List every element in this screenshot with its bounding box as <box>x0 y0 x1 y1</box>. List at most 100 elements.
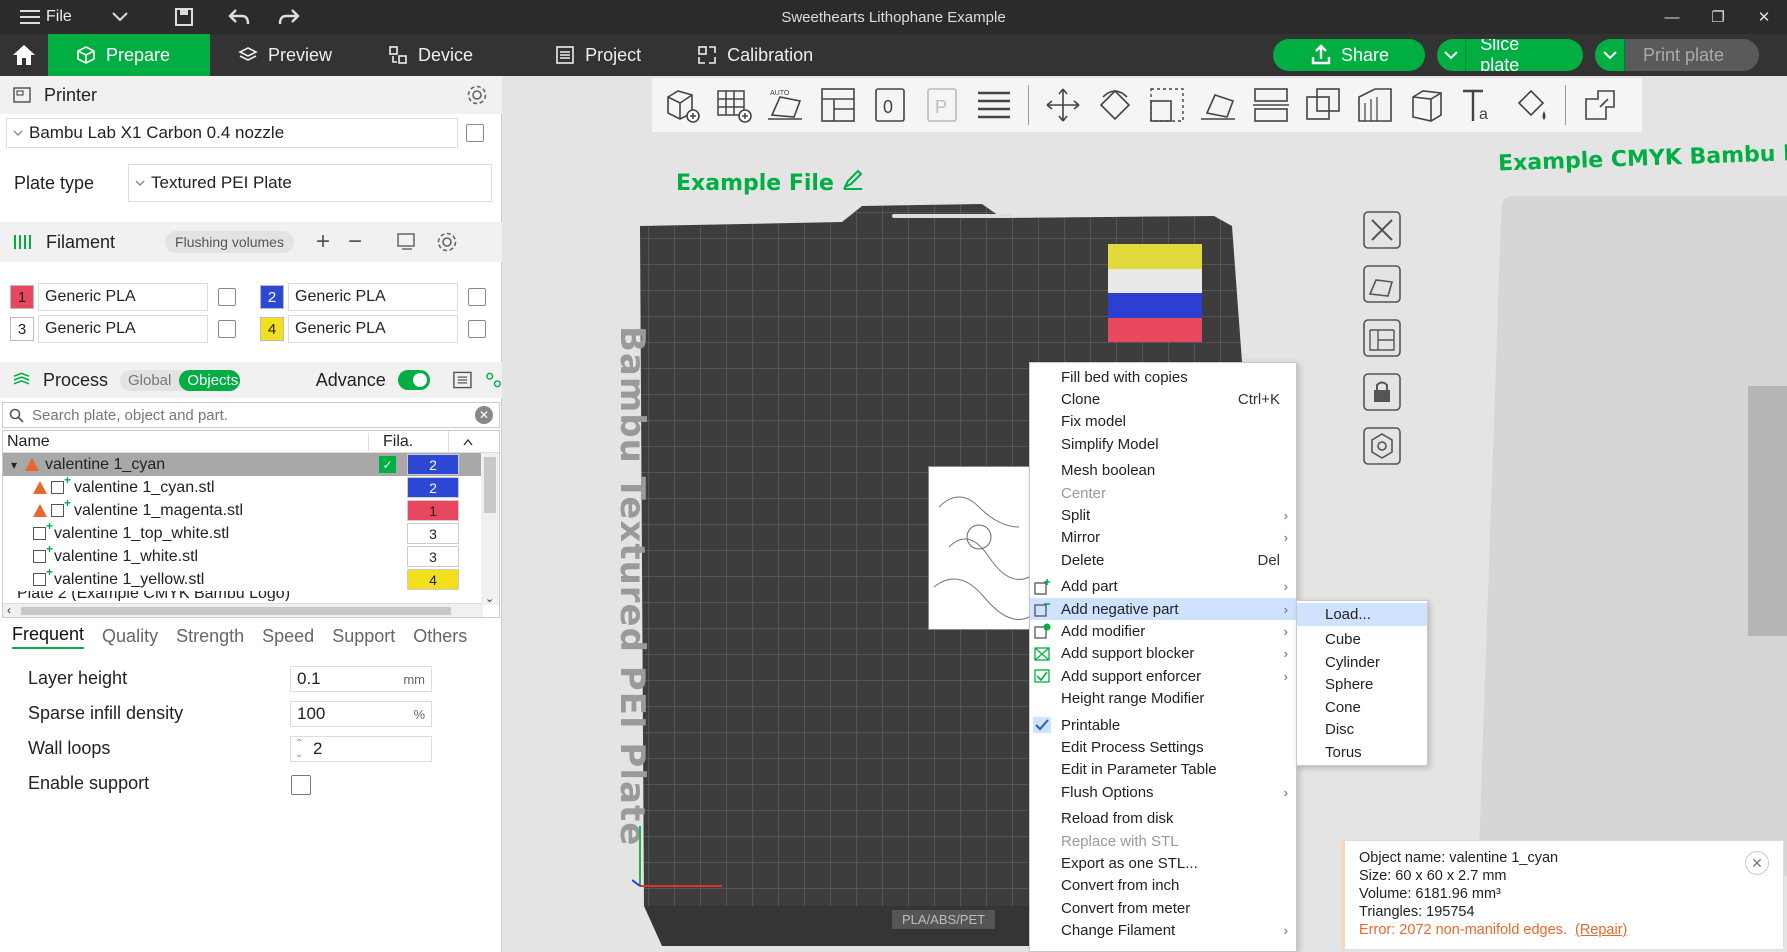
printer-select[interactable]: Bambu Lab X1 Carbon 0.4 nozzle <box>6 118 458 148</box>
close-icon[interactable]: ✕ <box>1741 0 1787 34</box>
layer-height-input[interactable]: 0.1 mm <box>290 666 432 692</box>
menu-add-part[interactable]: Add part › <box>1030 576 1296 598</box>
flushing-volumes-button[interactable]: Flushing volumes <box>165 231 294 253</box>
menu-add-negative-part[interactable]: Add negative part › <box>1030 597 1296 621</box>
auto-orient-icon[interactable] <box>1360 262 1404 306</box>
objects-option[interactable]: Objects <box>179 369 240 391</box>
plate-1-label[interactable]: Example File <box>676 168 864 196</box>
tab-others[interactable]: Others <box>413 626 467 647</box>
col-fila-header[interactable]: Fila. <box>369 431 449 453</box>
menu-convert-meter[interactable]: Convert from meter <box>1030 897 1296 919</box>
auto-orient-icon[interactable]: AUTO <box>764 83 808 127</box>
arrange-icon[interactable] <box>816 83 860 127</box>
minimize-icon[interactable]: — <box>1649 0 1695 34</box>
menu-mirror[interactable]: Mirror › <box>1030 527 1296 549</box>
share-button[interactable]: Share <box>1273 39 1425 71</box>
close-plate-icon[interactable] <box>1360 208 1404 252</box>
edit-icon[interactable] <box>468 320 486 338</box>
global-objects-toggle[interactable]: Global Objects <box>120 369 240 391</box>
redo-icon[interactable] <box>272 8 306 26</box>
plate-2-object[interactable] <box>1748 386 1787 636</box>
filament-sync-icon[interactable] <box>396 232 418 252</box>
tab-project[interactable]: Project <box>527 34 669 76</box>
remove-filament-icon[interactable]: − <box>348 228 362 256</box>
tree-row[interactable]: valentine 1_white.stl 3 <box>3 542 499 568</box>
chevron-down-icon[interactable] <box>1437 39 1467 71</box>
menu-fix-model[interactable]: Fix model <box>1030 411 1296 433</box>
file-menu[interactable]: File <box>14 8 78 26</box>
gear-icon[interactable] <box>466 84 488 106</box>
submenu-cylinder[interactable]: Cylinder <box>1297 651 1427 674</box>
menu-printable[interactable]: Printable <box>1030 714 1296 736</box>
fila-cell[interactable]: 2 <box>407 454 459 475</box>
plate-2-label[interactable]: Example CMYK Bambu Lo <box>1498 141 1787 177</box>
arrange-icon[interactable] <box>1360 316 1404 360</box>
global-option[interactable]: Global <box>120 370 179 391</box>
home-icon[interactable] <box>0 34 48 76</box>
filament-name[interactable]: Generic PLA <box>288 283 458 311</box>
fila-cell[interactable]: 3 <box>407 523 459 544</box>
color-paint-icon[interactable] <box>1509 83 1553 127</box>
col-name-header[interactable]: Name <box>3 432 369 451</box>
plate-view-icon[interactable]: 0 <box>868 83 912 127</box>
scroll-up-icon[interactable] <box>463 438 473 446</box>
slice-plate-button[interactable]: Slice plate <box>1437 39 1583 71</box>
menu-change-filament[interactable]: Change Filament › <box>1030 919 1296 941</box>
menu-reload-from-disk[interactable]: Reload from disk <box>1030 807 1296 829</box>
enable-support-checkbox[interactable] <box>291 775 311 795</box>
menu-center[interactable]: Center <box>1030 482 1296 504</box>
lock-icon[interactable] <box>1360 370 1404 414</box>
filament-item-2[interactable]: 2 Generic PLA <box>260 283 486 311</box>
compare-icon[interactable] <box>485 371 502 389</box>
layers-list-icon[interactable] <box>972 83 1016 127</box>
plate-lock-icon[interactable]: P <box>920 83 964 127</box>
tab-support[interactable]: Support <box>332 626 395 647</box>
maximize-icon[interactable]: ❐ <box>1695 0 1741 34</box>
menu-split[interactable]: Split › <box>1030 504 1296 526</box>
tab-device[interactable]: Device <box>360 34 501 76</box>
submenu-load[interactable]: Load... <box>1297 603 1427 626</box>
menu-add-support-enforcer[interactable]: Add support enforcer › <box>1030 665 1296 687</box>
fila-cell[interactable]: 3 <box>407 546 459 567</box>
print-plate-button[interactable]: Print plate <box>1595 39 1759 71</box>
add-plate-icon[interactable] <box>712 83 756 127</box>
list-icon[interactable] <box>452 370 473 390</box>
seam-paint-icon[interactable] <box>1405 83 1449 127</box>
stepper-arrows-icon[interactable]: ⌃ ⌄ <box>295 738 303 760</box>
collapse-icon[interactable]: ▾ <box>11 458 17 472</box>
menu-delete[interactable]: Delete Del <box>1030 549 1296 571</box>
menu-flush-options[interactable]: Flush Options › <box>1030 781 1296 803</box>
tree-row[interactable]: ▾ valentine 1_cyan ✓ 2 <box>3 453 499 476</box>
tab-quality[interactable]: Quality <box>102 626 158 647</box>
repair-link[interactable]: (Repair) <box>1575 922 1627 938</box>
plate-settings-icon[interactable] <box>1360 424 1404 468</box>
clear-search-icon[interactable]: ✕ <box>475 406 493 424</box>
tree-row[interactable]: valentine 1_cyan.stl 2 <box>3 473 499 499</box>
menu-simplify[interactable]: Simplify Model <box>1030 433 1296 455</box>
scroll-down-icon[interactable]: ⌄ <box>485 592 494 605</box>
menu-export-stl[interactable]: Export as one STL... <box>1030 852 1296 874</box>
filament-name[interactable]: Generic PLA <box>38 315 208 343</box>
tab-strength[interactable]: Strength <box>176 626 244 647</box>
submenu-disc[interactable]: Disc <box>1297 719 1427 742</box>
chevron-down-icon[interactable] <box>106 12 134 22</box>
menu-height-range-modifier[interactable]: Height range Modifier <box>1030 687 1296 709</box>
submenu-cone[interactable]: Cone <box>1297 696 1427 719</box>
tab-prepare[interactable]: Prepare <box>48 34 210 76</box>
lithophane-model[interactable] <box>928 466 1036 630</box>
submenu-cube[interactable]: Cube <box>1297 629 1427 652</box>
filament-swatch[interactable]: 3 <box>10 317 34 341</box>
menu-convert-inch[interactable]: Convert from inch <box>1030 875 1296 897</box>
move-icon[interactable] <box>1041 83 1085 127</box>
cut-icon[interactable] <box>1249 83 1293 127</box>
submenu-torus[interactable]: Torus <box>1297 741 1427 764</box>
filament-name[interactable]: Generic PLA <box>288 315 458 343</box>
filament-item-3[interactable]: 3 Generic PLA <box>10 315 236 343</box>
filament-swatch[interactable]: 2 <box>260 285 284 309</box>
filament-swatch[interactable]: 4 <box>260 317 284 341</box>
filament-item-1[interactable]: 1 Generic PLA <box>10 283 236 311</box>
tree-row[interactable]: valentine 1_magenta.stl 1 <box>3 496 499 522</box>
menu-edit-parameter-table[interactable]: Edit in Parameter Table <box>1030 759 1296 781</box>
tree-row[interactable]: valentine 1_top_white.stl 3 <box>3 519 499 545</box>
support-paint-icon[interactable] <box>1353 83 1397 127</box>
